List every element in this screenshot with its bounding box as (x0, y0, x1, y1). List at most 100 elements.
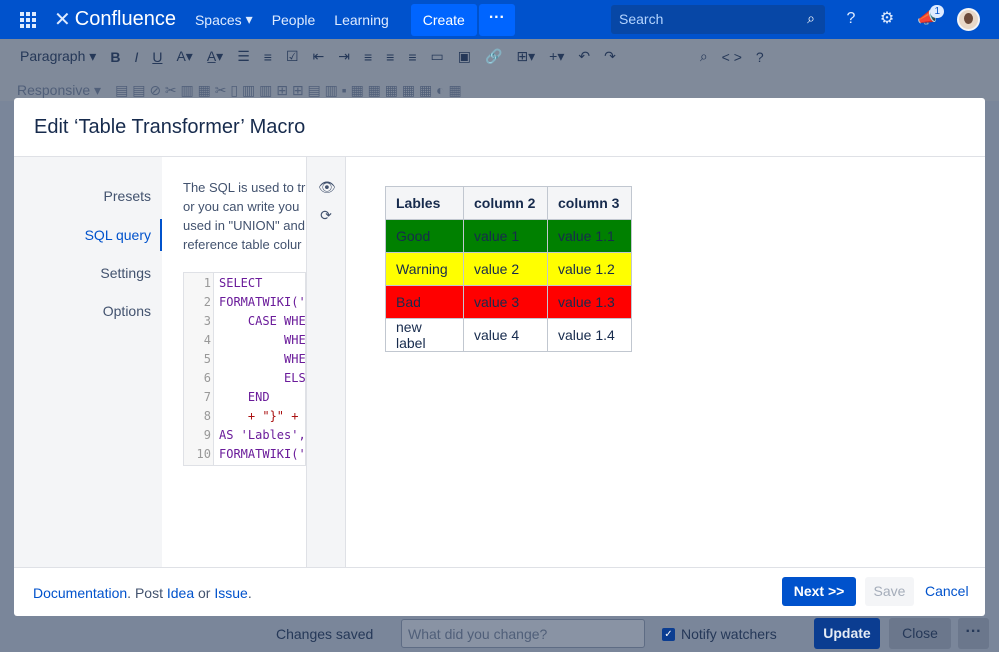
line-number: 2 (203, 295, 211, 309)
table-cell: value 1.3 (547, 285, 632, 319)
macro-dialog: Edit ‘Table Transformer’ Macro Presets S… (14, 98, 985, 616)
table-cell: Good (385, 219, 464, 253)
help-line: The SQL is used to tr (183, 180, 306, 195)
table-cell: value 2 (463, 252, 548, 286)
table-cell: value 1.1 (547, 219, 632, 253)
notify-watchers-checkbox[interactable]: ✓ Notify watchers (662, 626, 777, 642)
table-header: column 2 (463, 186, 548, 220)
code-text: FORMATWIKI(' (219, 447, 306, 461)
undo-icon[interactable]: ↶ (578, 48, 590, 65)
task-list-icon[interactable]: ☑ (286, 48, 299, 65)
code-text: FORMATWIKI(' (219, 295, 306, 309)
search-placeholder: Search (619, 11, 664, 27)
toolbar-row-1: Paragraph ▾ B I U A▾ A̲▾ ☰ ≡ ☑ ⇤ ⇥ ≡ ≡ ≡… (0, 48, 778, 65)
toolbar-row-2: Responsive ▾ ▤ ▤ ⊘ ✂ ▥ ▦ ✂ ▯ ▥ ▥ ⊞ ⊞ ▤ ▥… (0, 82, 476, 99)
help-line: reference table colur (183, 237, 302, 252)
close-button[interactable]: Close (889, 618, 951, 649)
editor-toolbar: Paragraph ▾ B I U A▾ A̲▾ ☰ ≡ ☑ ⇤ ⇥ ≡ ≡ ≡… (0, 39, 999, 101)
footer-links: Documentation. Post Idea or Issue. (33, 585, 252, 601)
table-row: Bad value 3 value 1.3 (385, 285, 632, 319)
avatar[interactable] (957, 8, 980, 31)
sql-editor[interactable]: 1 SELECT 2 FORMATWIKI(' 3 CASE WHE 4 WHE 5… (183, 272, 306, 466)
sql-help-text: The SQL is used to tr or you can write y… (183, 178, 307, 254)
sidebar-item-presets[interactable]: Presets (104, 188, 151, 204)
footer-text: or (194, 585, 215, 601)
save-status: Changes saved (276, 626, 374, 642)
line-number: 5 (203, 352, 211, 366)
nav-spaces[interactable]: Spaces ▾ (195, 11, 253, 28)
preview-toggle-bar: 👁 ⟳ (306, 157, 346, 567)
change-comment-input[interactable]: What did you change? (401, 619, 645, 648)
indent-icon[interactable]: ⇥ (338, 48, 350, 65)
save-button[interactable]: Save (865, 577, 914, 606)
bullet-list-icon[interactable]: ☰ (237, 48, 250, 65)
code-text: WHE (219, 352, 306, 366)
table-row: Warning value 2 value 1.2 (385, 252, 632, 286)
issue-link[interactable]: Issue (214, 585, 247, 601)
italic-icon[interactable]: I (134, 49, 138, 65)
line-number: 8 (203, 409, 211, 423)
table-cell: value 1 (463, 219, 548, 253)
app-switcher-icon[interactable] (20, 11, 36, 28)
table-cell: Warning (385, 252, 464, 286)
text-style-icon[interactable]: A̲▾ (207, 48, 223, 65)
table-cell: value 1.4 (547, 318, 632, 352)
responsive-select[interactable]: Responsive ▾ (17, 82, 101, 99)
sidebar-item-settings[interactable]: Settings (100, 265, 151, 281)
help-icon[interactable]: ? (841, 9, 861, 29)
notifications-icon[interactable]: 📣 1 (917, 5, 944, 29)
text-color-icon[interactable]: A▾ (176, 48, 192, 65)
redo-icon[interactable]: ↷ (604, 48, 616, 65)
align-center-icon[interactable]: ≡ (386, 49, 394, 65)
insert-more-icon[interactable]: +▾ (549, 48, 564, 65)
numbered-list-icon[interactable]: ≡ (264, 49, 272, 65)
search-input[interactable]: Search ⌕ (611, 5, 825, 34)
idea-link[interactable]: Idea (167, 585, 194, 601)
nav-people[interactable]: People (272, 12, 316, 28)
eye-icon[interactable]: 👁 (318, 179, 336, 195)
code-text: CASE WHE (219, 314, 306, 328)
sidebar-item-sql-query[interactable]: SQL query (85, 227, 151, 243)
preview-table: Lables column 2 column 3 Good value 1 va… (385, 186, 632, 352)
create-more-button[interactable]: ··· (478, 3, 515, 36)
next-button[interactable]: Next >> (782, 577, 856, 606)
link-icon[interactable]: 🔗 (485, 48, 502, 65)
table-icon[interactable]: ⊞▾ (516, 48, 535, 65)
source-editor-button[interactable]: < > (722, 49, 742, 65)
refresh-icon[interactable]: ⟳ (318, 207, 334, 223)
code-text: END (219, 390, 270, 404)
update-button[interactable]: Update (814, 618, 880, 649)
gear-icon[interactable]: ⚙ (877, 9, 897, 29)
search-icon: ⌕ (807, 10, 815, 26)
underline-icon[interactable]: U (152, 49, 162, 65)
nav-spaces-label: Spaces (194, 11, 242, 28)
nav-learning[interactable]: Learning (334, 12, 389, 28)
sidebar-item-options[interactable]: Options (103, 303, 151, 319)
code-text: WHE (219, 333, 306, 347)
help-line: or you can write you (183, 199, 300, 214)
help-line: used in "UNION" and (183, 218, 305, 233)
create-button[interactable]: Create (410, 3, 477, 36)
outdent-icon[interactable]: ⇤ (313, 48, 325, 65)
logo-text: Confluence (74, 8, 176, 30)
paragraph-select[interactable]: Paragraph ▾ (20, 48, 96, 65)
more-actions-button[interactable]: ··· (958, 618, 989, 649)
help-icon[interactable]: ? (756, 49, 764, 65)
cancel-button[interactable]: Cancel (925, 577, 969, 606)
table-cell: new label (385, 318, 464, 352)
table-cell: value 4 (463, 318, 548, 352)
bold-icon[interactable]: B (110, 49, 120, 65)
divider (14, 567, 985, 568)
table-cell: value 3 (463, 285, 548, 319)
layout-icon[interactable]: ▭ (430, 48, 443, 65)
align-right-icon[interactable]: ≡ (408, 49, 416, 65)
image-icon[interactable]: ▣ (458, 48, 471, 65)
table-header: column 3 (547, 186, 632, 220)
confluence-logo[interactable]: ✕ Confluence (54, 7, 176, 32)
align-left-icon[interactable]: ≡ (364, 49, 372, 65)
documentation-link[interactable]: Documentation (33, 585, 127, 601)
find-icon[interactable]: ⌕ (700, 48, 708, 65)
code-text: ELS (219, 371, 306, 385)
confluence-logo-icon: ✕ (54, 9, 71, 31)
notification-badge: 1 (930, 5, 944, 18)
